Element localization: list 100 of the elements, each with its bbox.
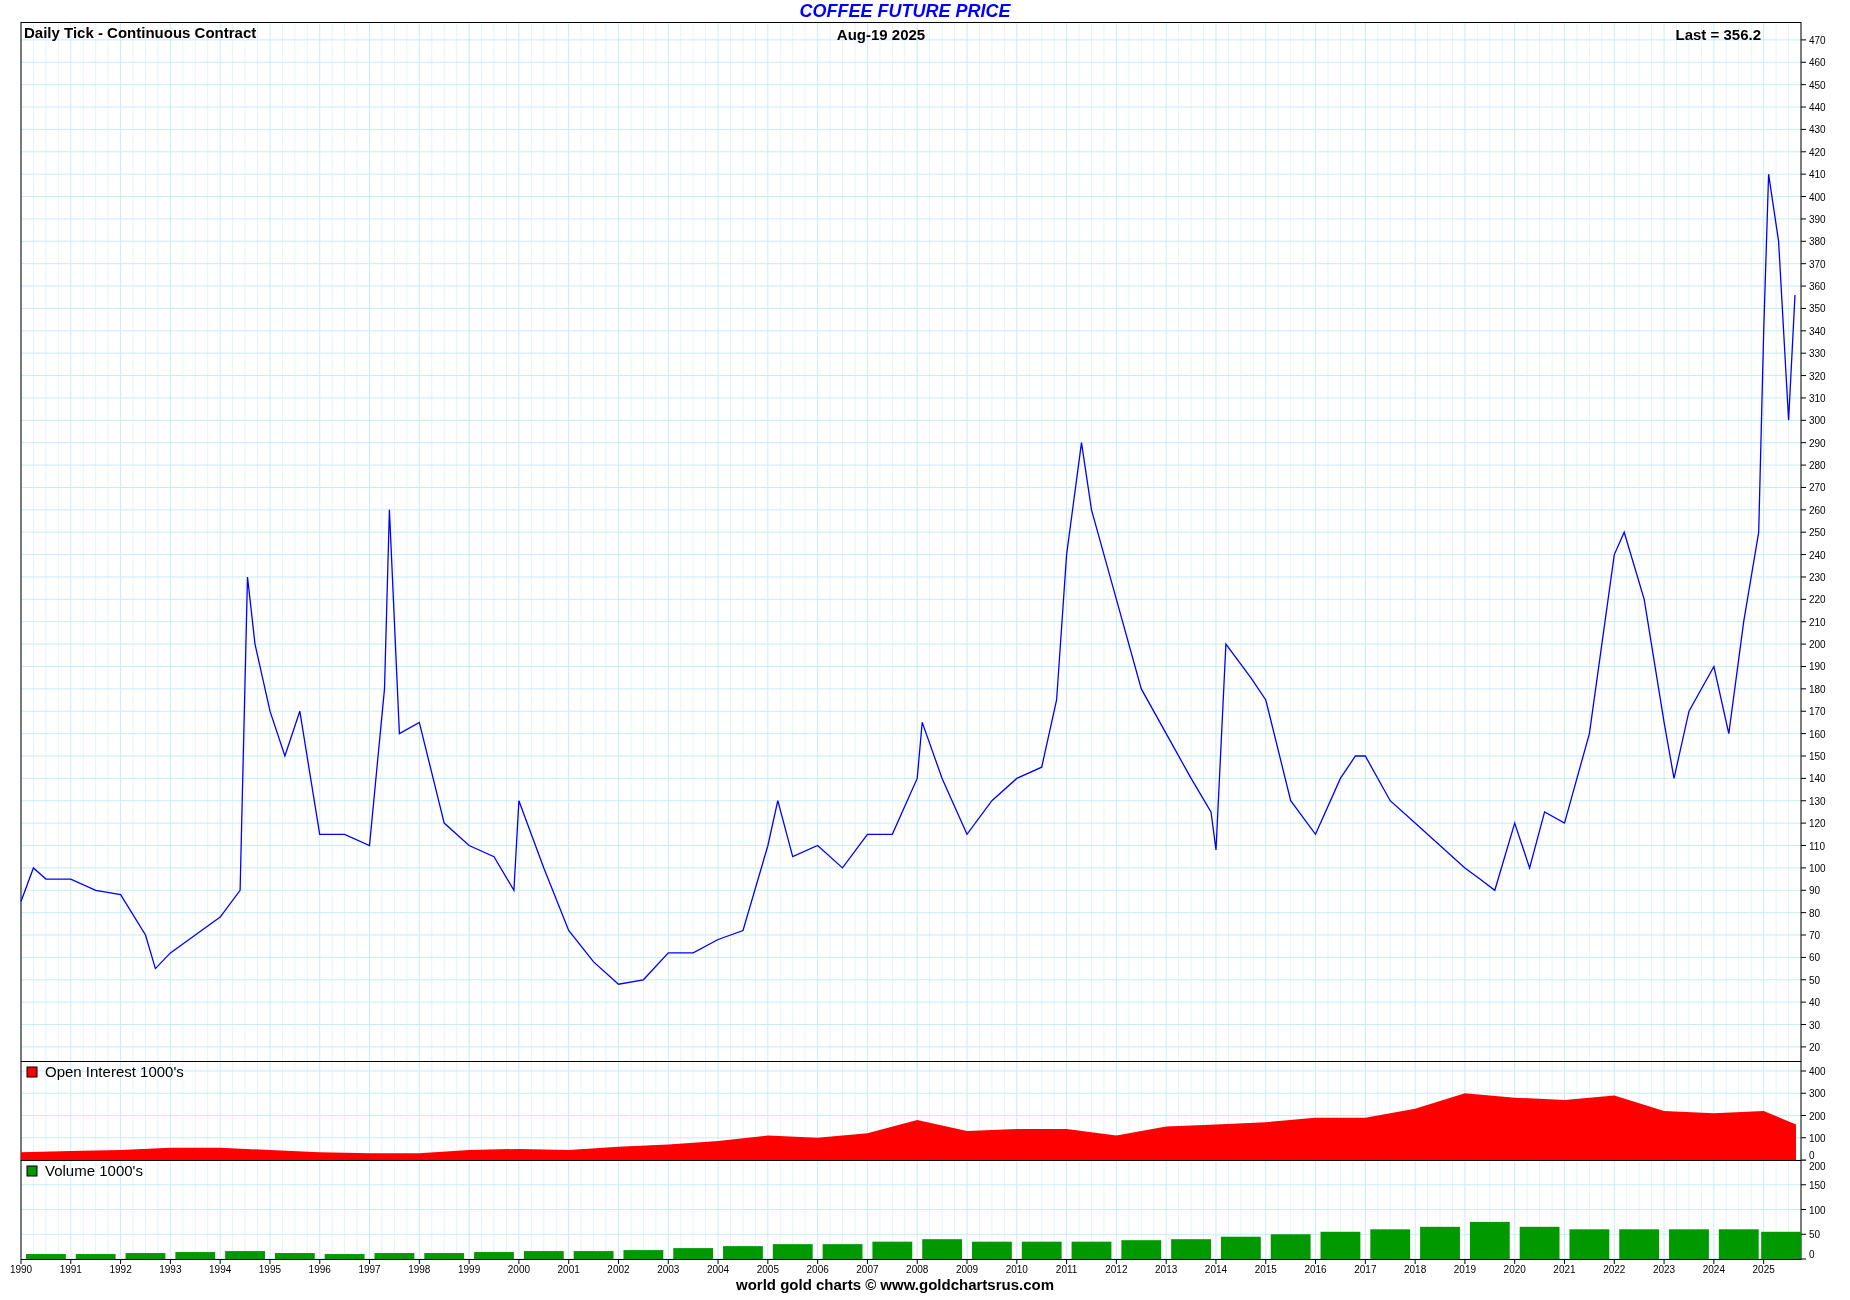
year-label: 2022 bbox=[1603, 1264, 1626, 1275]
axis-label: 80 bbox=[1809, 907, 1821, 919]
axis-label: 100 bbox=[1809, 1204, 1826, 1216]
volume-bar bbox=[872, 1241, 913, 1259]
axis-label: 110 bbox=[1809, 840, 1825, 852]
year-label: 2006 bbox=[806, 1264, 829, 1275]
axis-label: 310 bbox=[1809, 392, 1826, 404]
volume-bar bbox=[673, 1248, 714, 1259]
year-label: 1998 bbox=[408, 1264, 431, 1275]
year-label: 1996 bbox=[308, 1264, 331, 1275]
axis-label: 0 bbox=[1809, 1150, 1815, 1161]
axis-label: 440 bbox=[1809, 102, 1826, 114]
year-label: 2020 bbox=[1503, 1264, 1526, 1275]
axis-label: 0 bbox=[1809, 1249, 1815, 1260]
axis-label: 370 bbox=[1809, 258, 1826, 270]
year-label: 2000 bbox=[507, 1264, 531, 1275]
axis-label: 140 bbox=[1809, 773, 1826, 785]
axis-label: 200 bbox=[1809, 1161, 1826, 1172]
axis-label: 320 bbox=[1809, 370, 1826, 382]
year-label: 1993 bbox=[159, 1264, 182, 1275]
volume-bar bbox=[1761, 1231, 1801, 1259]
year-label: 2011 bbox=[1055, 1264, 1078, 1275]
year-label: 1995 bbox=[258, 1264, 282, 1275]
axis-label: 20 bbox=[1809, 1041, 1821, 1053]
axis-label: 470 bbox=[1809, 34, 1826, 46]
chart-subtitle: Daily Tick - Continuous Contract bbox=[24, 24, 257, 41]
volume-bar bbox=[75, 1254, 116, 1259]
axis-label: 240 bbox=[1809, 549, 1826, 561]
volume-bar bbox=[225, 1251, 265, 1259]
volume-bar bbox=[1320, 1231, 1361, 1259]
year-label: 2013 bbox=[1155, 1264, 1178, 1275]
volume-bar bbox=[474, 1252, 514, 1259]
year-label: 1999 bbox=[458, 1264, 481, 1275]
axis-label: 400 bbox=[1809, 191, 1826, 203]
volume-bar bbox=[424, 1253, 465, 1259]
axis-label: 100 bbox=[1809, 1132, 1826, 1144]
year-label: 2014 bbox=[1204, 1264, 1228, 1275]
volume-bar bbox=[1569, 1229, 1610, 1259]
volume-bar bbox=[972, 1241, 1012, 1259]
axis-label: 270 bbox=[1809, 482, 1826, 494]
axis-label: 220 bbox=[1809, 594, 1826, 606]
volume-bar bbox=[1718, 1229, 1759, 1259]
year-label: 2010 bbox=[1005, 1264, 1028, 1275]
volume-bar bbox=[274, 1253, 315, 1259]
volume-bar bbox=[623, 1250, 664, 1259]
axis-label: 360 bbox=[1809, 281, 1826, 293]
axis-label: 410 bbox=[1809, 169, 1826, 181]
axis-label: 150 bbox=[1809, 751, 1826, 762]
chart-title: COFFEE FUTURE PRICE bbox=[799, 0, 1011, 23]
axis-label: 450 bbox=[1809, 79, 1826, 91]
volume-bar bbox=[26, 1254, 66, 1259]
year-label: 1990 bbox=[9, 1264, 33, 1275]
source-credit: world gold charts © www.goldchartsrus.com bbox=[735, 1276, 1054, 1294]
volume-bar bbox=[175, 1252, 216, 1259]
year-label: 2001 bbox=[557, 1264, 580, 1275]
year-label: 2002 bbox=[607, 1264, 630, 1275]
year-label: 2009 bbox=[955, 1264, 979, 1275]
volume-bar bbox=[1071, 1241, 1112, 1259]
axis-label: 400 bbox=[1809, 1066, 1826, 1077]
axis-label: 430 bbox=[1809, 124, 1826, 136]
volume-bar bbox=[1469, 1221, 1510, 1259]
axis-label: 210 bbox=[1809, 616, 1826, 628]
axis-label: 230 bbox=[1809, 571, 1826, 583]
axis-label: 290 bbox=[1809, 437, 1826, 449]
year-label: 2015 bbox=[1254, 1264, 1277, 1275]
axis-label: 350 bbox=[1809, 303, 1826, 315]
axis-label: 160 bbox=[1809, 728, 1826, 740]
axis-label: 390 bbox=[1809, 213, 1826, 225]
axis-label: 300 bbox=[1809, 1088, 1826, 1100]
volume-bar bbox=[922, 1239, 963, 1259]
year-label: 2008 bbox=[906, 1264, 929, 1275]
volume-bar bbox=[723, 1246, 763, 1259]
axis-label: 120 bbox=[1809, 818, 1826, 830]
volume-bar bbox=[573, 1251, 614, 1259]
axis-label: 190 bbox=[1809, 661, 1826, 673]
volume-bar bbox=[1669, 1229, 1709, 1259]
volume-bar bbox=[1220, 1236, 1261, 1259]
axis-label: 250 bbox=[1809, 527, 1826, 539]
volume-bar bbox=[523, 1251, 564, 1259]
chart-date: Aug-19 2025 bbox=[836, 26, 926, 43]
volume-bar bbox=[822, 1244, 863, 1259]
axis-label: 300 bbox=[1809, 415, 1826, 427]
axis-label: 340 bbox=[1809, 325, 1826, 337]
year-label: 2023 bbox=[1652, 1264, 1676, 1275]
legend-label: Volume 1000's bbox=[45, 1162, 143, 1179]
axis-label: 170 bbox=[1809, 706, 1826, 718]
year-label: 2016 bbox=[1304, 1264, 1327, 1275]
axis-label: 100 bbox=[1809, 862, 1826, 874]
year-label: 1994 bbox=[209, 1264, 232, 1275]
axis-label: 50 bbox=[1809, 974, 1821, 986]
year-label: 2024 bbox=[1702, 1264, 1725, 1275]
volume-bar bbox=[1420, 1226, 1460, 1259]
axis-label: 130 bbox=[1809, 795, 1826, 807]
year-label: 1992 bbox=[109, 1264, 132, 1275]
year-label: 2025 bbox=[1752, 1264, 1775, 1275]
year-label: 2019 bbox=[1453, 1264, 1477, 1275]
year-label: 2007 bbox=[856, 1264, 879, 1275]
axis-label: 150 bbox=[1809, 1179, 1826, 1191]
axis-label: 40 bbox=[1809, 997, 1821, 1009]
volume-bar bbox=[1021, 1241, 1062, 1259]
